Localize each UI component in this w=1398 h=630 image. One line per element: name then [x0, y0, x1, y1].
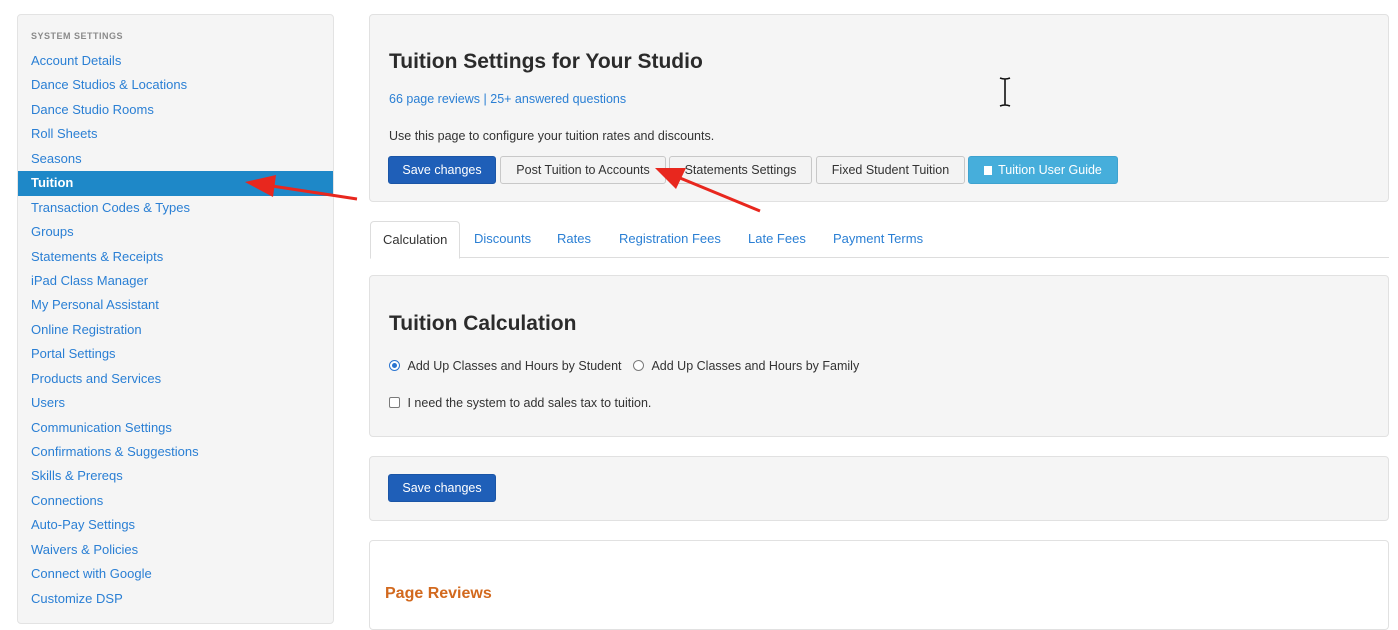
page-title: Tuition Settings for Your Studio: [389, 50, 703, 73]
footer-save-changes-button[interactable]: Save changes: [388, 474, 496, 502]
sidebar-item-ipad-class-manager[interactable]: iPad Class Manager: [18, 269, 333, 293]
sidebar-item-confirmations[interactable]: Confirmations & Suggestions: [18, 440, 333, 464]
sidebar-item-communication-settings[interactable]: Communication Settings: [18, 416, 333, 440]
sidebar-item-tuition[interactable]: Tuition: [18, 171, 333, 196]
sidebar-item-statements-receipts[interactable]: Statements & Receipts: [18, 245, 333, 269]
tuition-tabs: Calculation Discounts Rates Registration…: [370, 221, 1389, 259]
tab-rates[interactable]: Rates: [557, 221, 591, 258]
links-separator: |: [483, 92, 487, 106]
sidebar-header: SYSTEM SETTINGS: [31, 31, 124, 41]
tab-registration-fees[interactable]: Registration Fees: [619, 221, 721, 258]
sidebar-menu: Account Details Dance Studios & Location…: [18, 49, 333, 611]
fixed-student-tuition-button[interactable]: Fixed Student Tuition: [816, 156, 965, 184]
sidebar-item-connect-google[interactable]: Connect with Google: [18, 562, 333, 586]
save-changes-button[interactable]: Save changes: [388, 156, 496, 184]
text-cursor-icon: [999, 77, 1011, 107]
sidebar-item-skills-prereqs[interactable]: Skills & Prereqs: [18, 464, 333, 488]
by-student-radio[interactable]: [389, 360, 400, 371]
sidebar-item-connections[interactable]: Connections: [18, 489, 333, 513]
tab-payment-terms[interactable]: Payment Terms: [833, 221, 923, 258]
sidebar-item-seasons[interactable]: Seasons: [18, 147, 333, 171]
sales-tax-label: I need the system to add sales tax to tu…: [407, 396, 652, 410]
sidebar-item-waivers-policies[interactable]: Waivers & Policies: [18, 538, 333, 562]
page-reviews-panel: Page Reviews: [369, 540, 1389, 630]
settings-sidebar: SYSTEM SETTINGS Account Details Dance St…: [17, 14, 334, 624]
tuition-calculation-panel: Tuition Calculation Add Up Classes and H…: [369, 275, 1389, 437]
sidebar-item-users[interactable]: Users: [18, 391, 333, 415]
review-links: 66 page reviews | 25+ answered questions: [389, 92, 626, 106]
tuition-user-guide-button[interactable]: Tuition User Guide: [968, 156, 1118, 184]
sales-tax-option: I need the system to add sales tax to tu…: [389, 396, 651, 410]
page-reviews-title: Page Reviews: [385, 585, 492, 602]
sidebar-item-studios-locations[interactable]: Dance Studios & Locations: [18, 73, 333, 97]
sidebar-item-products-services[interactable]: Products and Services: [18, 367, 333, 391]
by-family-label: Add Up Classes and Hours by Family: [651, 359, 860, 373]
page-description: Use this page to configure your tuition …: [389, 129, 715, 143]
sidebar-item-roll-sheets[interactable]: Roll Sheets: [18, 122, 333, 146]
page-reviews-link[interactable]: 66 page reviews: [389, 92, 480, 106]
sidebar-item-online-registration[interactable]: Online Registration: [18, 318, 333, 342]
tab-late-fees[interactable]: Late Fees: [748, 221, 806, 258]
sidebar-item-auto-pay[interactable]: Auto-Pay Settings: [18, 513, 333, 537]
sidebar-item-personal-assistant[interactable]: My Personal Assistant: [18, 293, 333, 317]
sidebar-item-transaction-codes[interactable]: Transaction Codes & Types: [18, 196, 333, 220]
answered-questions-link[interactable]: 25+ answered questions: [490, 92, 626, 106]
tab-discounts[interactable]: Discounts: [474, 221, 531, 258]
sidebar-item-groups[interactable]: Groups: [18, 220, 333, 244]
tuition-calculation-title: Tuition Calculation: [389, 312, 577, 335]
by-family-radio[interactable]: [632, 360, 644, 371]
sales-tax-checkbox[interactable]: [389, 397, 400, 408]
tuition-settings-header-panel: Tuition Settings for Your Studio 66 page…: [369, 14, 1389, 202]
save-panel: Save changes: [369, 456, 1389, 521]
book-icon: [984, 166, 993, 175]
sidebar-item-account-details[interactable]: Account Details: [18, 49, 333, 73]
sidebar-item-portal-settings[interactable]: Portal Settings: [18, 342, 333, 366]
statements-settings-button[interactable]: Statements Settings: [669, 156, 812, 184]
post-tuition-button[interactable]: Post Tuition to Accounts: [500, 156, 666, 184]
tab-calculation[interactable]: Calculation: [370, 221, 461, 259]
tuition-user-guide-label: Tuition User Guide: [998, 163, 1102, 177]
by-student-label: Add Up Classes and Hours by Student: [407, 359, 622, 373]
calculation-options: Add Up Classes and Hours by Student Add …: [389, 359, 859, 373]
sidebar-item-customize-dsp[interactable]: Customize DSP: [18, 587, 333, 611]
sidebar-item-studio-rooms[interactable]: Dance Studio Rooms: [18, 98, 333, 122]
